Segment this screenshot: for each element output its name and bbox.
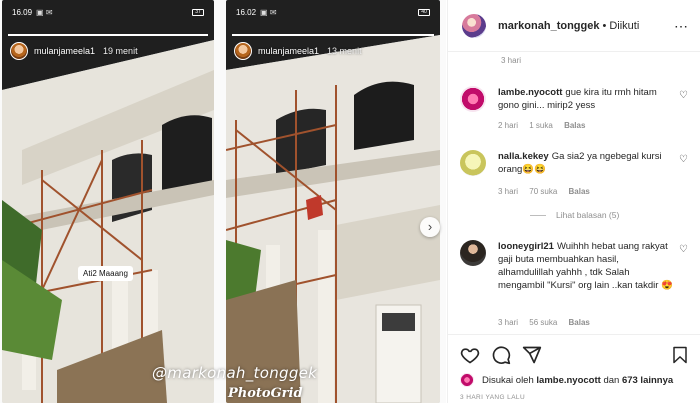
comment-text-block: looneygirl21 Wuihhh hebat uang rakyat gaj… (498, 240, 676, 292)
see-replies-label: Lihat balasan (5) (556, 210, 620, 220)
comment-age: 2 hari (498, 121, 519, 130)
story-screenshot-right: 16.02 ▣ ✉ 40 mulanjameela1 13 menit (226, 0, 440, 403)
liked-by-user[interactable]: lambe.nyocott (536, 375, 600, 386)
building-scene-right (226, 0, 440, 403)
comment-icon[interactable] (491, 345, 511, 365)
photogrid-logo: PhotoGrid (228, 386, 303, 401)
instagram-post-view: 16.09 ▣ ✉ 37 mulanjameela1 19 menit Ati2 … (0, 0, 700, 403)
liked-by-summary: Disukai oleh lambe.nyocott dan 673 lainn… (460, 373, 673, 387)
post-actions-bar: Disukai oleh lambe.nyocott dan 673 lainn… (448, 334, 700, 402)
liked-by-conj: dan (603, 374, 620, 386)
comment-meta: 3 hari 70 suka Balas (498, 187, 599, 196)
previous-comment-meta: 3 hari (501, 56, 522, 65)
avatar[interactable] (462, 13, 486, 38)
comment-username[interactable]: nalla.kekey (498, 151, 549, 162)
status-time-right: 16.02 (236, 8, 257, 17)
avatar[interactable] (460, 86, 486, 112)
follow-status-button[interactable]: Diikuti (609, 20, 639, 32)
status-bar-right: 16.02 ▣ ✉ 40 (236, 8, 430, 17)
share-icon[interactable] (522, 345, 542, 365)
status-time-left: 16.09 (12, 8, 33, 17)
story-header-left: mulanjameela1 19 menit (10, 42, 138, 60)
action-icons (460, 345, 553, 365)
comment-text-block: nalla.kekey Ga sia2 ya ngebegal kursi ora… (498, 150, 676, 176)
story-text-sticker: Ati2 Maaang (78, 266, 133, 281)
watermark-text: @markonah_tonggek (152, 364, 318, 382)
reply-button[interactable]: Balas (569, 318, 590, 327)
post-side-panel: markonah_tonggek • Diikuti ⋯ 3 hari lamb… (447, 0, 700, 403)
avatar[interactable] (460, 373, 474, 387)
reply-button[interactable]: Balas (569, 187, 590, 196)
avatar[interactable] (460, 150, 486, 176)
separator-dot: • (602, 19, 607, 32)
post-username[interactable]: markonah_tonggek (498, 20, 599, 32)
heart-icon[interactable]: ♡ (679, 154, 688, 165)
reply-button[interactable]: Balas (564, 121, 585, 130)
story-progress-bar (8, 34, 208, 36)
story-progress-bar (232, 34, 434, 36)
story-username: mulanjameela1 (258, 46, 320, 56)
comment-meta: 2 hari 1 suka Balas (498, 121, 594, 130)
story-time-ago: 19 menit (103, 46, 138, 56)
bookmark-icon[interactable] (671, 345, 689, 365)
avatar (234, 42, 252, 60)
heart-icon[interactable]: ♡ (679, 90, 688, 101)
post-photo[interactable]: 16.09 ▣ ✉ 37 mulanjameela1 19 menit Ati2 … (0, 0, 446, 403)
story-screenshot-left: 16.09 ▣ ✉ 37 mulanjameela1 19 menit Ati2 … (2, 0, 214, 403)
post-timestamp: 3 HARI YANG LALU (460, 394, 526, 401)
battery-icon: 37 (192, 9, 204, 16)
comment-username[interactable]: looneygirl21 (498, 241, 554, 252)
comment-age: 3 hari (498, 187, 519, 196)
comment-meta: 3 hari 56 suka Balas (498, 318, 599, 327)
story-header-right: mulanjameela1 13 menit (234, 42, 362, 60)
building-scene-left (2, 0, 214, 403)
story-username: mulanjameela1 (34, 46, 96, 56)
like-heart-icon[interactable] (460, 345, 480, 365)
post-header: markonah_tonggek • Diikuti ⋯ (448, 0, 700, 52)
comment-likes[interactable]: 1 suka (529, 121, 553, 130)
comment-likes[interactable]: 56 suka (529, 318, 557, 327)
heart-icon[interactable]: ♡ (679, 244, 688, 255)
status-icons: ▣ ✉ (36, 8, 53, 17)
more-options-icon[interactable]: ⋯ (674, 18, 689, 35)
comment-age: 3 hari (498, 318, 519, 327)
status-icons: ▣ ✉ (260, 8, 277, 17)
story-time-ago: 13 menit (327, 46, 362, 56)
chevron-right-icon[interactable]: › (420, 217, 440, 237)
see-replies-button[interactable]: Lihat balasan (5) (530, 210, 619, 220)
comment-text-block: lambe.nyocott gue kira itu rmh hitam gono… (498, 86, 676, 112)
avatar (10, 42, 28, 60)
divider (530, 214, 546, 216)
battery-icon: 40 (418, 9, 430, 16)
comment-likes[interactable]: 70 suka (529, 187, 557, 196)
liked-by-others[interactable]: 673 lainnya (622, 375, 673, 386)
status-bar-left: 16.09 ▣ ✉ 37 (12, 8, 204, 17)
comment-username[interactable]: lambe.nyocott (498, 87, 562, 98)
liked-by-prefix: Disukai oleh (482, 374, 534, 386)
avatar[interactable] (460, 240, 486, 266)
